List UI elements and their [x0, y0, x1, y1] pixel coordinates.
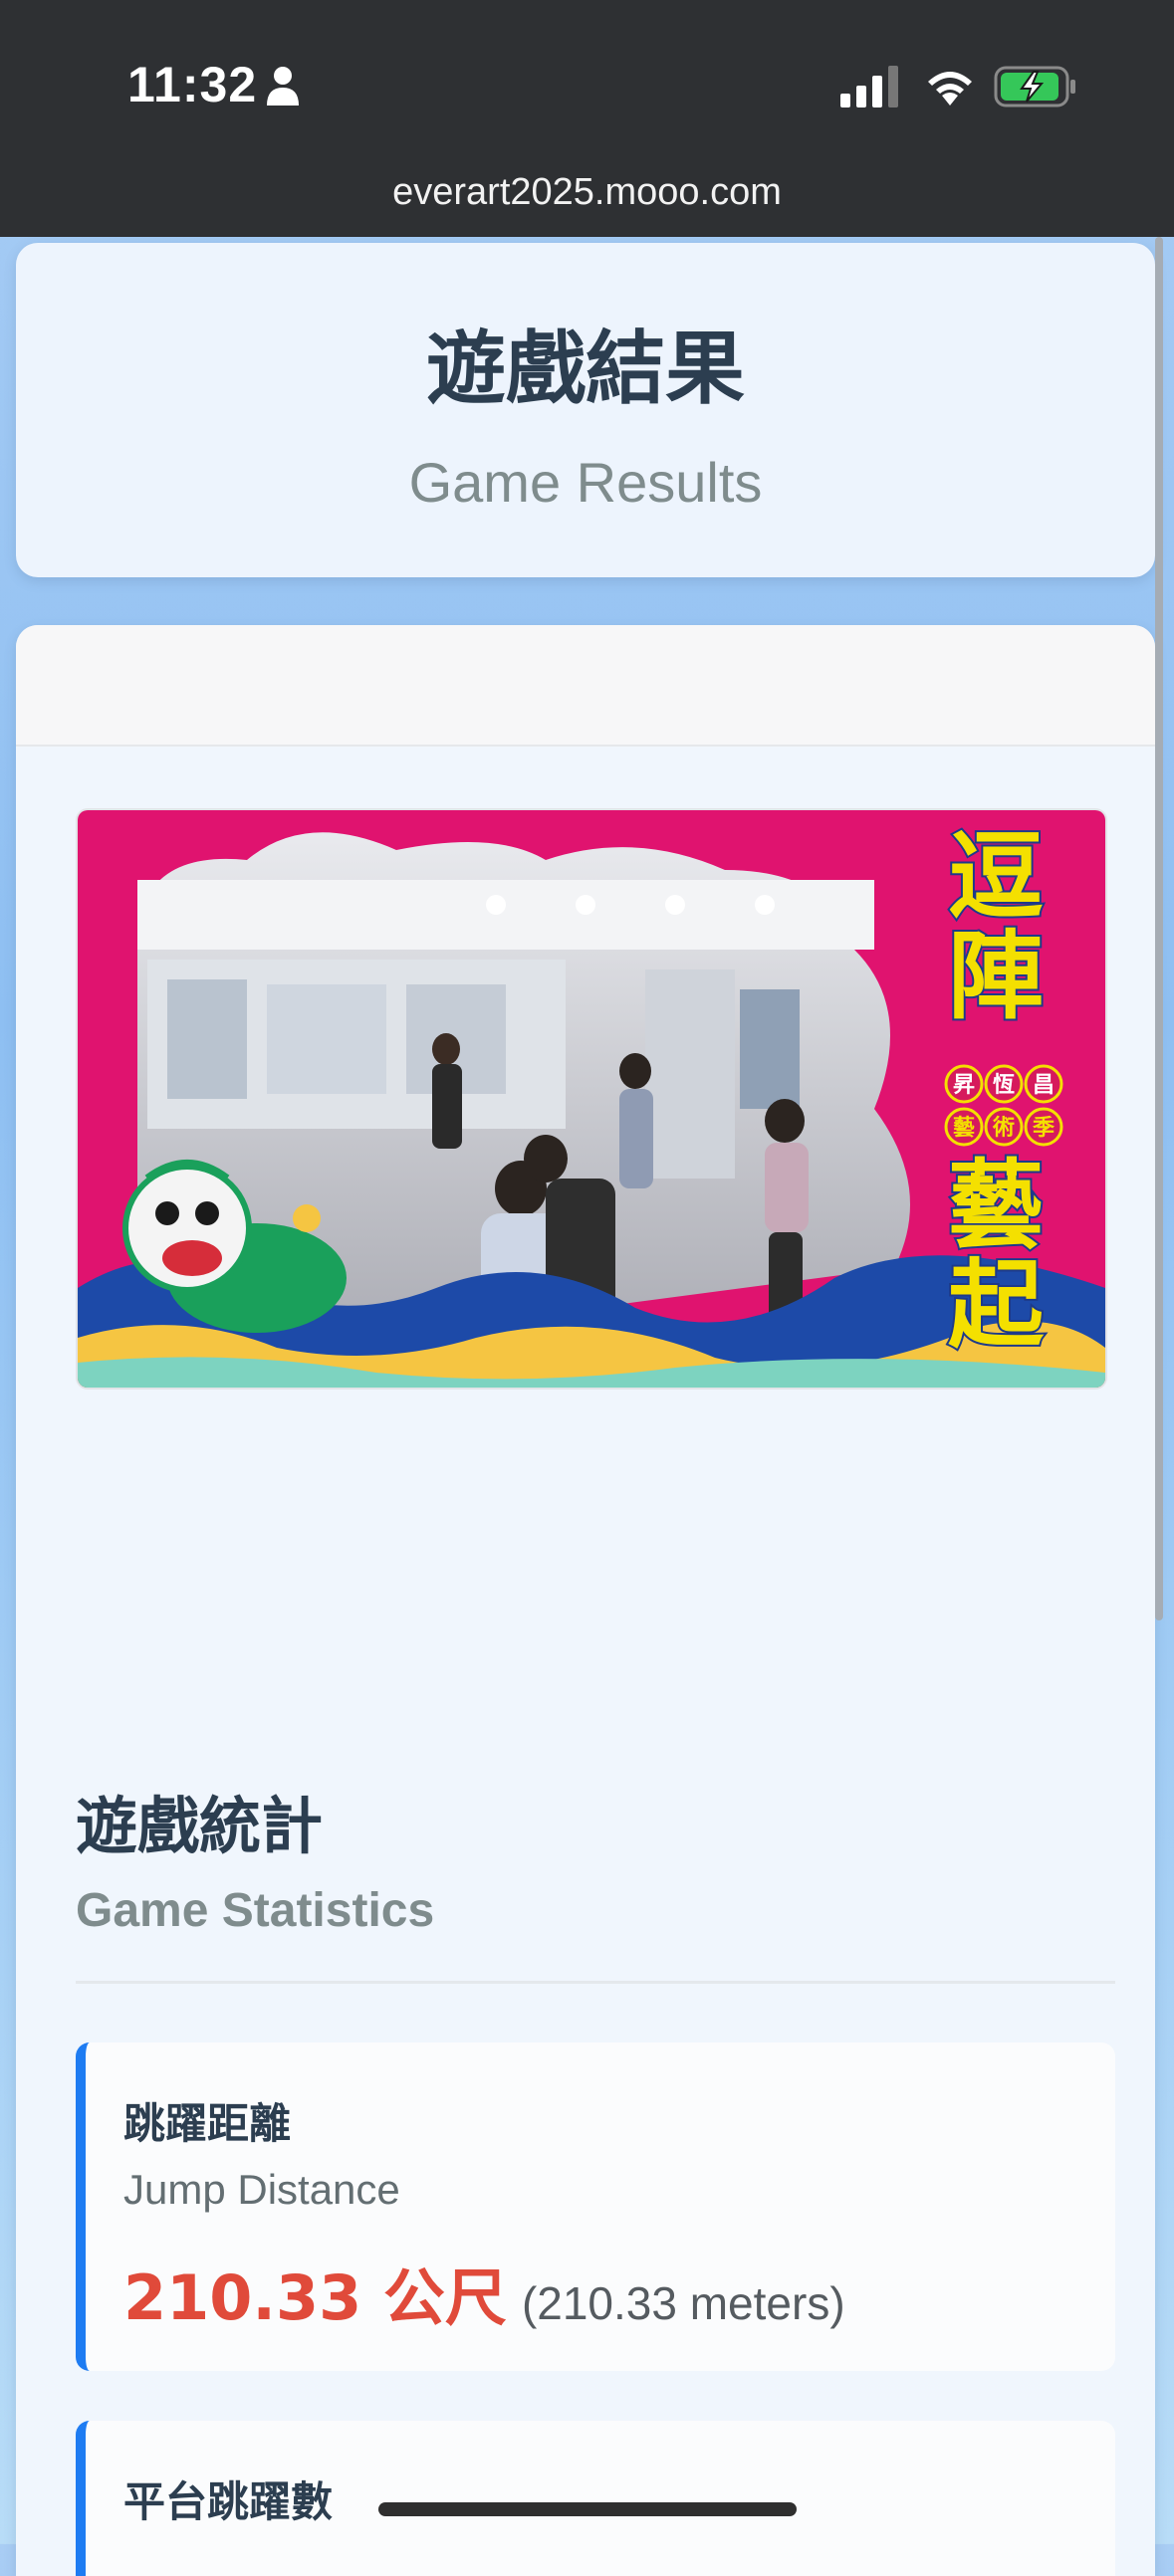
statistics-subtitle: Game Statistics [76, 1884, 435, 1937]
photo-frame-graphic: 逗 陣 藝 起 昇 恆 昌 藝 術 季 [78, 810, 1105, 1388]
card-header-strip [16, 625, 1155, 747]
results-main-card: 逗 陣 藝 起 昇 恆 昌 藝 術 季 遊戲統計 Game Statistics… [16, 625, 1155, 2576]
banner-char-4: 起 [948, 1249, 1045, 1361]
status-bar: 11:32 everart2025.mooo.com [0, 0, 1174, 237]
badge-top-char-2: 恆 [993, 1072, 1015, 1098]
status-time: 11:32 [127, 57, 258, 112]
stat-label-zh: 平台跳躍數 [123, 2477, 334, 2526]
wifi-icon [928, 72, 972, 106]
stat-card-platform-jumps: 平台跳躍數 [76, 2421, 1115, 2576]
stat-card-jump-distance: 跳躍距離 Jump Distance 210.33 公尺 (210.33 met… [76, 2042, 1115, 2371]
banner-char-2: 陣 [948, 921, 1044, 1032]
results-header-card: 遊戲結果 Game Results [16, 243, 1155, 577]
badge-bottom-char-1: 藝 [953, 1116, 975, 1141]
badge-bottom-char-2: 術 [992, 1115, 1015, 1141]
stat-value: 210.33 公尺 [123, 2261, 507, 2334]
person-icon [267, 67, 299, 106]
stat-value-row: 210.33 公尺 (210.33 meters) [123, 2248, 845, 2337]
battery-charging-icon [994, 66, 1075, 107]
badge-top-char-1: 昇 [953, 1073, 975, 1098]
badge-top-char-3: 昌 [1033, 1073, 1055, 1098]
page-title: 遊戲結果 [426, 322, 745, 415]
banner-char-1: 逗 [948, 821, 1044, 933]
cellular-signal-icon [840, 66, 898, 107]
game-result-photo[interactable]: 逗 陣 藝 起 昇 恆 昌 藝 術 季 [76, 808, 1107, 1390]
page-scrollbar[interactable] [1155, 237, 1163, 1620]
stat-label-zh: 跳躍距離 [123, 2099, 292, 2148]
stat-label-en: Jump Distance [123, 2166, 400, 2213]
statistics-title: 遊戲統計 [76, 1790, 324, 1862]
banner-char-3: 藝 [948, 1150, 1044, 1261]
divider [76, 1981, 1115, 1984]
stat-value-note: (210.33 meters) [521, 2277, 845, 2329]
page-subtitle: Game Results [408, 451, 763, 514]
address-bar-url[interactable]: everart2025.mooo.com [0, 171, 1174, 214]
home-indicator[interactable] [378, 2502, 797, 2516]
badge-bottom-char-3: 季 [1033, 1116, 1055, 1141]
